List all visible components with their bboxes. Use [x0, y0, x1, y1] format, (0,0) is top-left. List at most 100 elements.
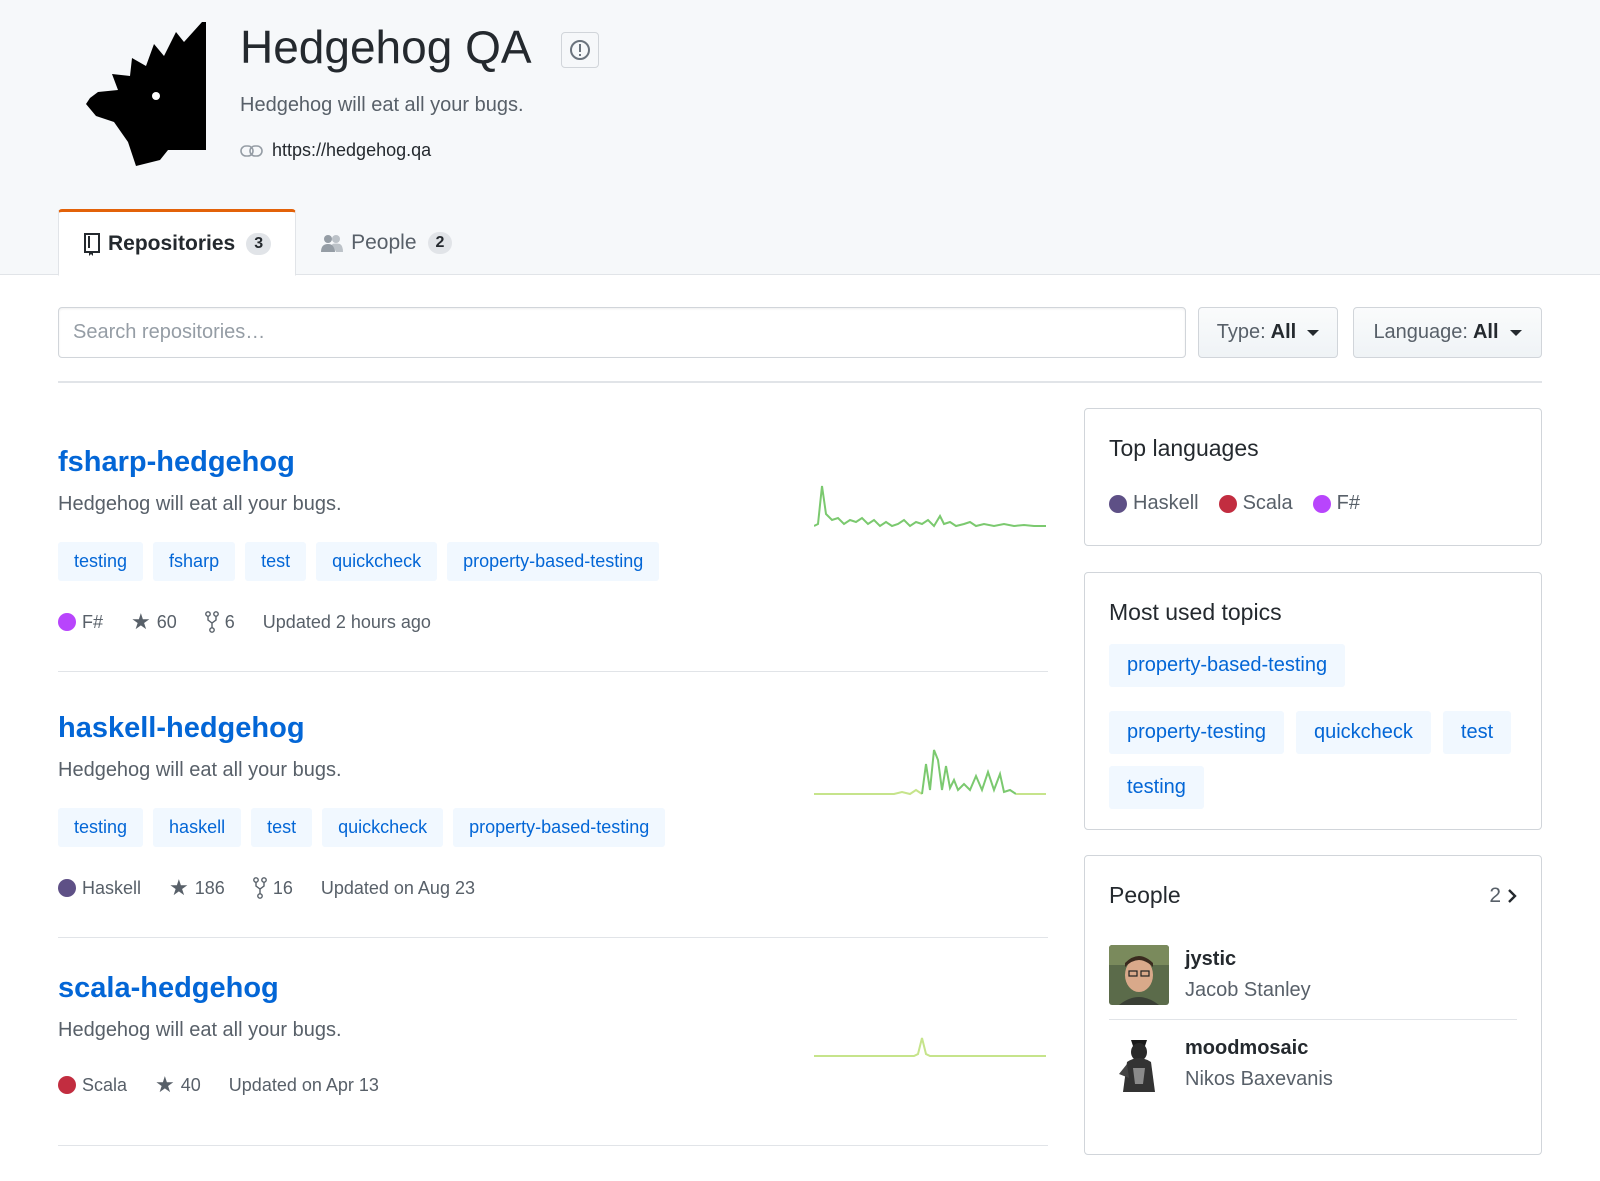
- fork-icon: [252, 877, 267, 899]
- tab-repositories-count: 3: [246, 232, 272, 255]
- star-icon: ★: [131, 609, 151, 634]
- people-count-link[interactable]: 2: [1489, 884, 1517, 908]
- language-item[interactable]: Scala: [1218, 492, 1293, 515]
- topic-tag[interactable]: testing: [1109, 766, 1204, 809]
- repo-topics: testing fsharp test quickcheck property-…: [58, 542, 1048, 581]
- fork-icon: [204, 611, 219, 633]
- person-item[interactable]: jystic Jacob Stanley: [1109, 931, 1517, 1020]
- repo-item: haskell-hedgehog Hedgehog will eat all y…: [58, 712, 1048, 938]
- repo-language-label: Scala: [82, 1074, 128, 1095]
- type-filter-value: All: [1270, 321, 1297, 343]
- person-item[interactable]: moodmosaic Nikos Baxevanis: [1109, 1020, 1517, 1108]
- repo-stars-count: 40: [180, 1074, 201, 1095]
- repo-item: fsharp-hedgehog Hedgehog will eat all yo…: [58, 446, 1048, 672]
- topic-tag[interactable]: quickcheck: [316, 542, 438, 581]
- report-badge[interactable]: [561, 32, 599, 68]
- repo-stars-link[interactable]: ★ 60: [131, 609, 177, 635]
- org-name: Hedgehog QA: [240, 21, 532, 73]
- language-color-dot: [58, 879, 76, 897]
- repo-language-label: F#: [82, 611, 104, 632]
- language-filter-label: Language:: [1373, 321, 1468, 343]
- topic-tag[interactable]: property-based-testing: [1109, 644, 1346, 687]
- language-color-dot: [58, 1076, 76, 1094]
- repo-meta: Haskell ★ 186 16 Updated on Aug 23: [58, 875, 1048, 901]
- most-used-topics-title: Most used topics: [1109, 599, 1282, 625]
- activity-sparkline: [814, 749, 1046, 796]
- language-filter-value: All: [1472, 321, 1499, 343]
- link-icon: [240, 144, 263, 157]
- language-color-dot: [1109, 494, 1127, 513]
- type-filter-button[interactable]: Type: All: [1198, 307, 1338, 358]
- topic-tag[interactable]: haskell: [153, 808, 242, 847]
- repo-name-link[interactable]: haskell-hedgehog: [58, 712, 1048, 745]
- avatar: [1109, 945, 1169, 1005]
- people-count: 2: [1489, 883, 1501, 907]
- topic-tag[interactable]: quickcheck: [1295, 711, 1431, 754]
- repo-icon: [84, 232, 100, 256]
- most-used-topics-box: Most used topics property-based-testing …: [1084, 572, 1542, 830]
- divider: [58, 381, 1542, 383]
- tab-people-count: 2: [427, 231, 453, 254]
- language-color-dot: [1312, 494, 1331, 513]
- repo-updated: Updated on Apr 13: [228, 1074, 379, 1095]
- repo-stars-link[interactable]: ★ 186: [169, 875, 225, 901]
- org-url-row: https://hedgehog.qa: [240, 140, 431, 161]
- language-item[interactable]: F#: [1312, 492, 1360, 515]
- tab-people[interactable]: People 2: [296, 209, 476, 276]
- avatar: [1109, 1034, 1169, 1094]
- repo-forks-count: 16: [272, 877, 293, 898]
- repo-language: Scala: [58, 1075, 127, 1096]
- search-repositories-input[interactable]: [58, 307, 1186, 358]
- topic-tag[interactable]: property-testing: [1109, 711, 1284, 754]
- repo-meta: F# ★ 60 6 Updated 2 hours ago: [58, 609, 1048, 635]
- topic-tag[interactable]: test: [251, 808, 313, 847]
- org-url-link[interactable]: https://hedgehog.qa: [272, 140, 431, 161]
- topic-tag[interactable]: quickcheck: [322, 808, 444, 847]
- repo-name-link[interactable]: fsharp-hedgehog: [58, 446, 1048, 479]
- hedgehog-logo: [86, 22, 206, 166]
- most-used-topics-list: property-based-testing property-testing …: [1109, 644, 1517, 809]
- people-icon: [321, 234, 344, 252]
- repo-stars-count: 60: [156, 611, 177, 632]
- star-icon: ★: [155, 1072, 175, 1097]
- language-item[interactable]: Haskell: [1109, 492, 1199, 515]
- repo-forks-link[interactable]: 6: [204, 611, 235, 633]
- tab-repositories-label: Repositories: [108, 231, 236, 255]
- topic-tag[interactable]: testing: [58, 808, 144, 847]
- org-header: Hedgehog QA Hedgehog will eat all your b…: [0, 0, 1600, 276]
- language-filter-button[interactable]: Language: All: [1353, 307, 1542, 358]
- activity-sparkline: [814, 485, 1046, 528]
- repo-language: Haskell: [58, 878, 141, 899]
- org-tabs: Repositories 3 People 2: [58, 209, 476, 276]
- person-name: Jacob Stanley: [1185, 979, 1311, 1001]
- alert-icon: [570, 40, 590, 60]
- person-name: Nikos Baxevanis: [1185, 1068, 1333, 1090]
- topic-tag[interactable]: property-based-testing: [453, 808, 666, 847]
- repo-meta: Scala ★ 40 Updated on Apr 13: [58, 1072, 1048, 1098]
- tab-repositories[interactable]: Repositories 3: [58, 209, 297, 276]
- people-box: People 2 jystic Jacob Stanley moodmosaic…: [1084, 855, 1542, 1155]
- repo-forks-count: 6: [224, 611, 235, 632]
- language-color-dot: [58, 613, 76, 631]
- language-label: Haskell: [1133, 492, 1199, 514]
- topic-tag[interactable]: fsharp: [153, 542, 236, 581]
- language-label: Scala: [1242, 492, 1293, 514]
- tab-people-label: People: [351, 230, 417, 254]
- repo-name-link[interactable]: scala-hedgehog: [58, 972, 1048, 1005]
- star-icon: ★: [169, 875, 189, 900]
- top-languages-title: Top languages: [1109, 435, 1259, 461]
- repo-language: F#: [58, 612, 103, 633]
- repo-forks-link[interactable]: 16: [252, 877, 293, 899]
- person-login: moodmosaic: [1185, 1037, 1309, 1059]
- language-label: F#: [1336, 492, 1360, 514]
- topic-tag[interactable]: test: [245, 542, 307, 581]
- topic-tag[interactable]: test: [1442, 711, 1512, 754]
- top-languages-box: Top languages Haskell Scala F#: [1084, 408, 1542, 546]
- topic-tag[interactable]: testing: [58, 542, 144, 581]
- activity-sparkline: [814, 1037, 1046, 1057]
- repo-updated: Updated on Aug 23: [320, 877, 475, 898]
- caret-down-icon: [1307, 329, 1320, 336]
- repo-item: scala-hedgehog Hedgehog will eat all you…: [58, 972, 1048, 1146]
- repo-stars-link[interactable]: ★ 40: [155, 1072, 201, 1098]
- topic-tag[interactable]: property-based-testing: [447, 542, 660, 581]
